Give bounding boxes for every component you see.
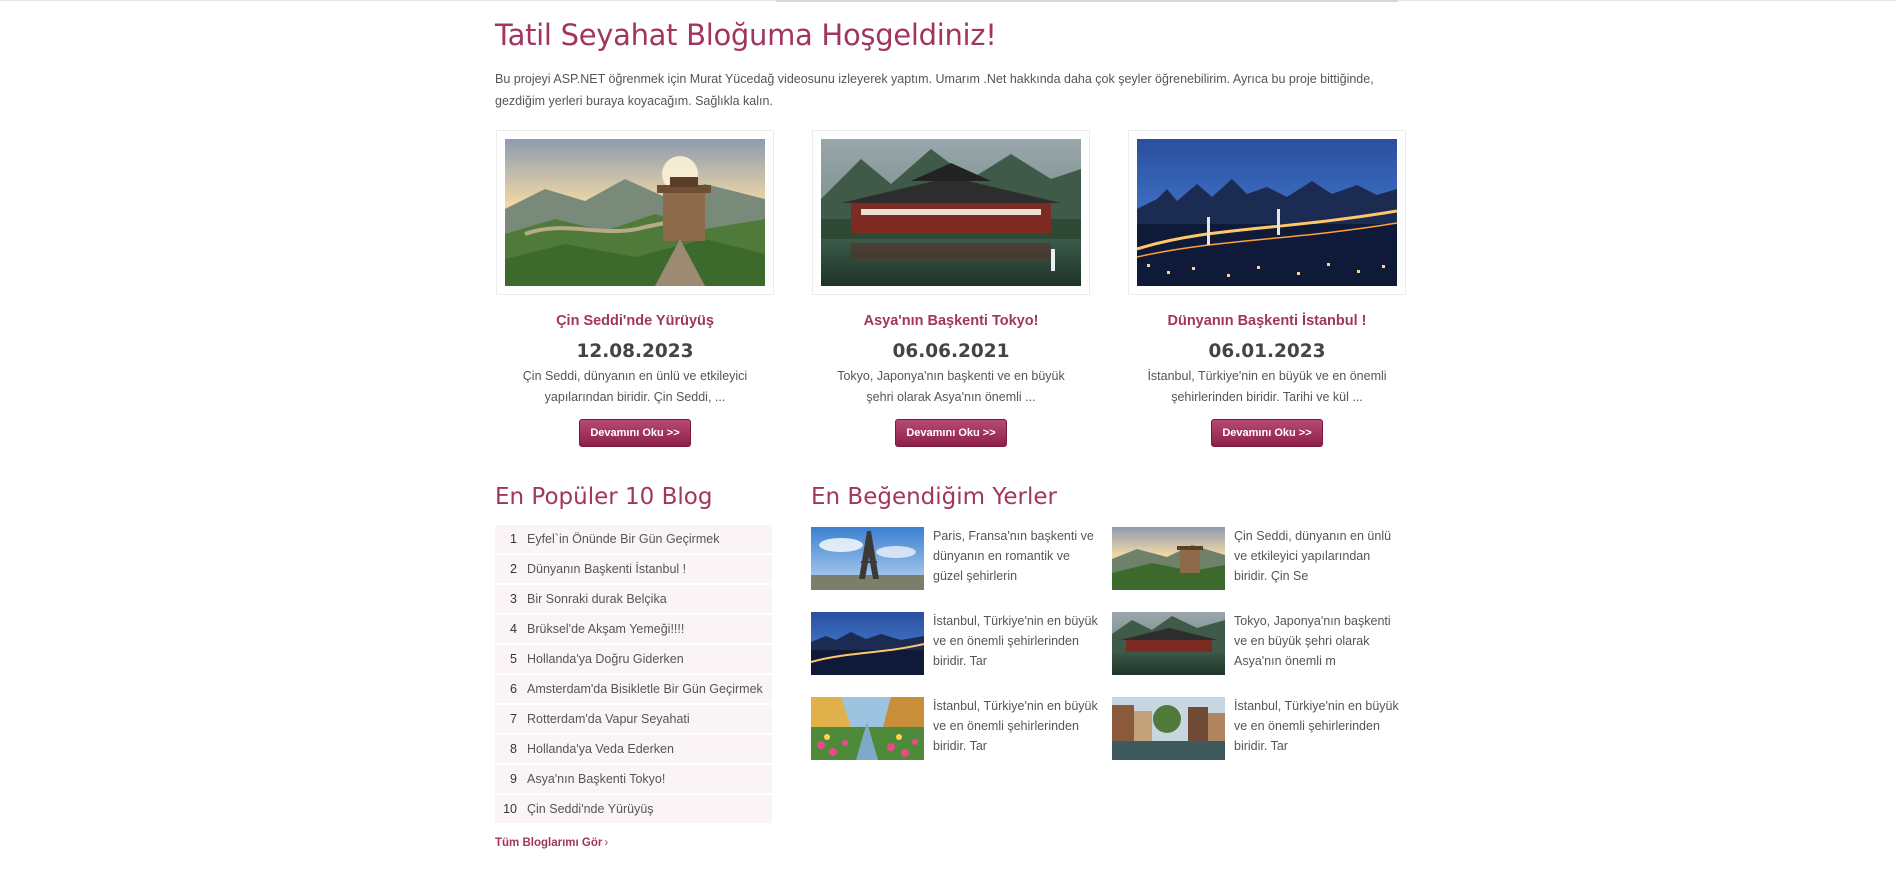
all-blogs-link[interactable]: Tüm Bloglarımı Gör › — [495, 837, 608, 849]
featured-excerpt: İstanbul, Türkiye'nin en büyük ve en öne… — [1147, 369, 1387, 404]
featured-date: 06.06.2021 — [892, 341, 1010, 362]
favorite-place-item[interactable]: İstanbul, Türkiye'nin en büyük ve en öne… — [811, 696, 1101, 760]
list-item-link[interactable]: Çin Seddi'nde Yürüyüş — [527, 802, 654, 816]
top-scroll-shadow — [776, 0, 1398, 2]
list-item[interactable]: 8 Hollanda'ya Veda Ederken — [495, 735, 772, 763]
chevron-right-icon: › — [604, 837, 609, 849]
list-item-link[interactable]: Brüksel'de Akşam Yemeği!!!! — [527, 622, 684, 636]
great-wall-photo[interactable] — [505, 139, 765, 286]
featured-excerpt: Tokyo, Japonya'nın başkenti ve en büyük … — [837, 369, 1065, 404]
list-item[interactable]: 3 Bir Sonraki durak Belçika — [495, 585, 772, 613]
list-item[interactable]: 7 Rotterdam'da Vapur Seyahati — [495, 705, 772, 733]
featured-excerpt: Çin Seddi, dünyanın en ünlü ve etkileyic… — [522, 369, 748, 404]
list-item-number: 3 — [510, 592, 517, 606]
amsterdam-flowers-photo[interactable] — [811, 697, 924, 760]
featured-thumbnail-frame[interactable] — [496, 130, 774, 295]
list-item-number: 5 — [510, 652, 517, 666]
read-more-button[interactable]: Devamını Oku >> — [579, 419, 691, 447]
list-item-link[interactable]: Amsterdam'da Bisikletle Bir Gün Geçirmek — [527, 682, 763, 696]
featured-post-3: Dünyanın Başkenti İstanbul ! 06.01.2023 … — [1127, 130, 1407, 447]
list-item-link[interactable]: Hollanda'ya Doğru Giderken — [527, 652, 684, 666]
popular-heading: En Popüler 10 Blog — [495, 484, 713, 510]
list-item-number: 8 — [510, 742, 517, 756]
favorite-place-item[interactable]: Tokyo, Japonya'nın başkenti ve en büyük … — [1112, 611, 1402, 675]
favorite-place-text: İstanbul, Türkiye'nin en büyük ve en öne… — [933, 699, 1098, 753]
list-item-number: 10 — [503, 802, 517, 816]
featured-thumbnail-frame[interactable] — [1128, 130, 1406, 295]
canal-town-photo[interactable] — [1112, 697, 1225, 760]
featured-title[interactable]: Asya'nın Başkenti Tokyo! — [811, 313, 1091, 329]
list-item[interactable]: 2 Dünyanın Başkenti İstanbul ! — [495, 555, 772, 583]
list-item-link[interactable]: Bir Sonraki durak Belçika — [527, 592, 667, 606]
list-item[interactable]: 10 Çin Seddi'nde Yürüyüş — [495, 795, 772, 823]
featured-date: 12.08.2023 — [576, 341, 694, 362]
list-item-link[interactable]: Eyfel`in Önünde Bir Gün Geçirmek — [527, 532, 719, 546]
istanbul-night-photo[interactable] — [1137, 139, 1397, 286]
favorite-place-item[interactable]: İstanbul, Türkiye'nin en büyük ve en öne… — [811, 611, 1101, 675]
favorites-heading: En Beğendiğim Yerler — [811, 484, 1057, 510]
list-item-number: 2 — [510, 562, 517, 576]
favorite-place-item[interactable]: Paris, Fransa'nın başkenti ve dünyanın e… — [811, 526, 1101, 590]
all-blogs-link-label: Tüm Bloglarımı Gör — [495, 837, 603, 849]
featured-post-2: Asya'nın Başkenti Tokyo! 06.06.2021 Toky… — [811, 130, 1091, 447]
list-item-number: 4 — [510, 622, 517, 636]
featured-date: 06.01.2023 — [1208, 341, 1326, 362]
list-item[interactable]: 9 Asya'nın Başkenti Tokyo! — [495, 765, 772, 793]
favorite-place-text: Çin Seddi, dünyanın en ünlü ve etkileyic… — [1234, 529, 1392, 583]
list-item-number: 1 — [510, 532, 517, 546]
list-item-link[interactable]: Rotterdam'da Vapur Seyahati — [527, 712, 690, 726]
intro-text: Bu projeyi ASP.NET öğrenmek için Murat Y… — [495, 72, 1374, 108]
list-item[interactable]: 4 Brüksel'de Akşam Yemeği!!!! — [495, 615, 772, 643]
list-item-number: 7 — [510, 712, 517, 726]
list-item[interactable]: 1 Eyfel`in Önünde Bir Gün Geçirmek — [495, 525, 772, 553]
favorite-place-text: Tokyo, Japonya'nın başkenti ve en büyük … — [1234, 614, 1391, 668]
featured-post-1: Çin Seddi'nde Yürüyüş 12.08.2023 Çin Sed… — [495, 130, 775, 447]
japanese-temple-photo[interactable] — [1112, 612, 1225, 675]
read-more-button[interactable]: Devamını Oku >> — [895, 419, 1007, 447]
list-item[interactable]: 6 Amsterdam'da Bisikletle Bir Gün Geçirme… — [495, 675, 772, 703]
favorite-place-item[interactable]: Çin Seddi, dünyanın en ünlü ve etkileyic… — [1112, 526, 1402, 590]
favorite-place-text: İstanbul, Türkiye'nin en büyük ve en öne… — [1234, 699, 1399, 753]
featured-thumbnail-frame[interactable] — [812, 130, 1090, 295]
read-more-button[interactable]: Devamını Oku >> — [1211, 419, 1323, 447]
list-item-link[interactable]: Asya'nın Başkenti Tokyo! — [527, 772, 665, 786]
favorite-place-text: İstanbul, Türkiye'nin en büyük ve en öne… — [933, 614, 1098, 668]
featured-title[interactable]: Çin Seddi'nde Yürüyüş — [495, 313, 775, 329]
favorite-place-text: Paris, Fransa'nın başkenti ve dünyanın e… — [933, 529, 1094, 583]
list-item[interactable]: 5 Hollanda'ya Doğru Giderken — [495, 645, 772, 673]
istanbul-night-photo[interactable] — [811, 612, 924, 675]
list-item-number: 6 — [510, 682, 517, 696]
great-wall-photo[interactable] — [1112, 527, 1225, 590]
list-item-number: 9 — [510, 772, 517, 786]
favorite-place-item[interactable]: İstanbul, Türkiye'nin en büyük ve en öne… — [1112, 696, 1402, 760]
popular-list: 1 Eyfel`in Önünde Bir Gün Geçirmek 2 Dünya… — [495, 525, 772, 825]
list-item-link[interactable]: Hollanda'ya Veda Ederken — [527, 742, 674, 756]
featured-title[interactable]: Dünyanın Başkenti İstanbul ! — [1127, 313, 1407, 329]
page-title: Tatil Seyahat Bloğuma Hoşgeldiniz! — [495, 18, 997, 52]
eiffel-photo[interactable] — [811, 527, 924, 590]
list-item-link[interactable]: Dünyanın Başkenti İstanbul ! — [527, 562, 686, 576]
japanese-temple-photo[interactable] — [821, 139, 1081, 286]
